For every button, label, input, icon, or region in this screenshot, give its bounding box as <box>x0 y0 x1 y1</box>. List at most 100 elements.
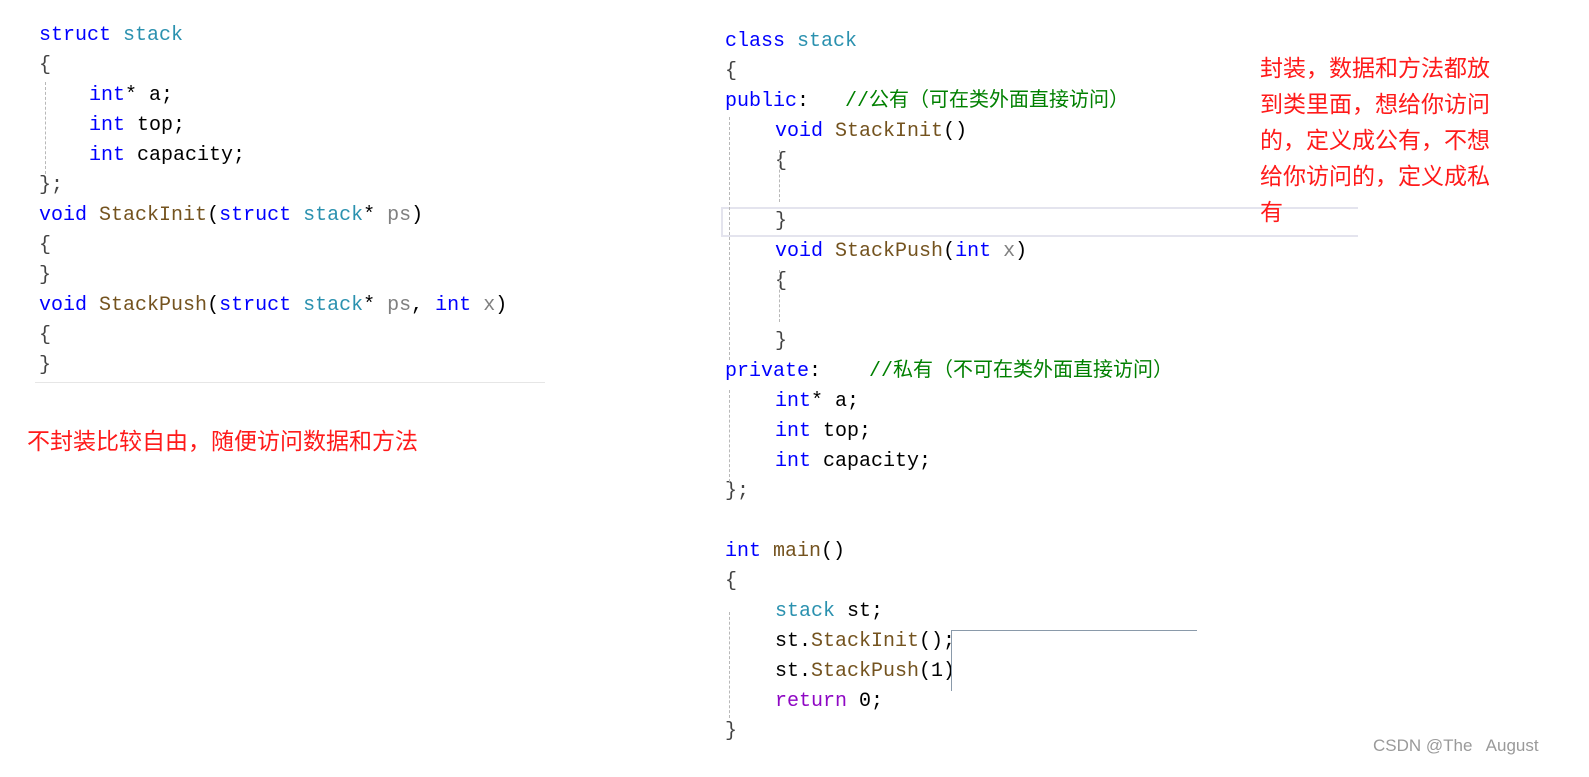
code-token-plain: (); <box>919 630 956 653</box>
code-token-keyword: int <box>775 450 812 473</box>
code-token-brace: } <box>775 210 788 233</box>
code-token-keyword: void <box>39 204 88 227</box>
code-line: int* a; <box>775 387 859 417</box>
code-line: int* a; <box>89 81 173 111</box>
code-line: } <box>725 717 737 747</box>
code-line: int capacity; <box>775 447 931 477</box>
code-token-plain: * <box>363 204 388 227</box>
code-token-brace: } <box>725 720 738 743</box>
code-line: } <box>39 351 51 381</box>
code-token-keyword: int <box>89 84 126 107</box>
code-token-brace: }; <box>725 480 750 503</box>
code-token-function: StackPush <box>811 660 920 683</box>
right-annotation: 封装，数据和方法都放 到类里面，想给你访问 的，定义成公有，不想 给你访问的，定义成私… <box>1260 51 1560 231</box>
code-token-plain: (1) <box>919 660 956 683</box>
divider <box>35 382 545 383</box>
code-token-brace: } <box>775 330 788 353</box>
code-token-brace: { <box>39 54 52 77</box>
code-line: } <box>39 261 51 291</box>
code-token-keyword: int <box>89 144 126 167</box>
code-token-function: StackInit <box>811 630 920 653</box>
code-token-type: stack <box>123 24 184 47</box>
code-line: { <box>725 567 737 597</box>
code-line: stack st; <box>775 597 883 627</box>
code-token-plain: ( <box>207 204 220 227</box>
code-token-keyword: struct <box>219 294 292 317</box>
code-line: { <box>39 231 51 261</box>
code-line: int top; <box>775 417 871 447</box>
code-token-param: x <box>483 294 496 317</box>
code-token-plain: : <box>797 90 846 113</box>
code-line: void StackPush(int x) <box>775 237 1027 267</box>
code-line: { <box>775 147 787 177</box>
code-token-function: StackInit <box>99 204 208 227</box>
indent-guide <box>729 612 730 718</box>
left-code-block: struct stack{int* a; int top; int capacity… <box>39 21 559 391</box>
code-token-plain: ) <box>495 294 508 317</box>
annotation-line: 有 <box>1260 200 1283 226</box>
code-token-brace: } <box>39 354 52 377</box>
code-token-brace: { <box>39 324 52 347</box>
code-token-keyword: int <box>955 240 992 263</box>
code-token-plain: * a; <box>811 390 860 413</box>
code-line: private: //私有（不可在类外面直接访问） <box>725 357 1173 387</box>
watermark: CSDN @The August <box>1373 736 1539 755</box>
tooltip-popup-edge <box>951 630 1197 691</box>
indent-guide <box>729 390 730 482</box>
code-token-keyword: void <box>39 294 88 317</box>
code-line: } <box>775 327 787 357</box>
code-token-plain: capacity; <box>125 144 246 167</box>
code-token-type: stack <box>775 600 836 623</box>
code-token-comment: //公有（可在类外面直接访问） <box>845 90 1130 113</box>
code-token-type: stack <box>303 204 364 227</box>
code-token-param: ps <box>387 294 412 317</box>
code-token-keyword: void <box>775 120 824 143</box>
code-token-plain: top; <box>811 420 872 443</box>
code-token-plain: ( <box>943 240 956 263</box>
annotation-line: 到类里面，想给你访问 <box>1260 92 1490 118</box>
code-token-brace: { <box>725 570 738 593</box>
code-token-brace: { <box>725 60 738 83</box>
code-token-keyword: int <box>725 540 762 563</box>
code-token-function: StackPush <box>835 240 944 263</box>
code-line: class stack <box>725 27 857 57</box>
code-token-keyword: class <box>725 30 786 53</box>
code-token-plain: st. <box>775 630 812 653</box>
code-line: { <box>725 57 737 87</box>
code-token-plain: st; <box>835 600 884 623</box>
code-token-control: return <box>775 690 848 713</box>
code-token-brace: }; <box>39 174 64 197</box>
code-token-keyword: struct <box>39 24 112 47</box>
code-line: } <box>775 207 787 237</box>
code-token-keyword: public <box>725 90 798 113</box>
code-token-function: StackInit <box>835 120 944 143</box>
code-token-brace: { <box>39 234 52 257</box>
code-token-plain: top; <box>125 114 186 137</box>
code-token-keyword: int <box>89 114 126 137</box>
code-token-param: x <box>1003 240 1016 263</box>
code-line: { <box>39 51 51 81</box>
code-line: }; <box>39 171 63 201</box>
code-token-brace: { <box>775 150 788 173</box>
code-token-plain: ) <box>411 204 424 227</box>
code-line: { <box>775 267 787 297</box>
code-token-plain: () <box>821 540 846 563</box>
code-token-plain: ( <box>207 294 220 317</box>
code-line: void StackInit(struct stack* ps) <box>39 201 423 231</box>
code-line: int capacity; <box>89 141 245 171</box>
code-token-keyword: void <box>775 240 824 263</box>
code-token-brace: } <box>39 264 52 287</box>
code-token-plain: : <box>809 360 870 383</box>
code-token-plain: * a; <box>125 84 174 107</box>
annotation-line: 给你访问的，定义成私 <box>1260 164 1490 190</box>
code-token-keyword: int <box>775 390 812 413</box>
